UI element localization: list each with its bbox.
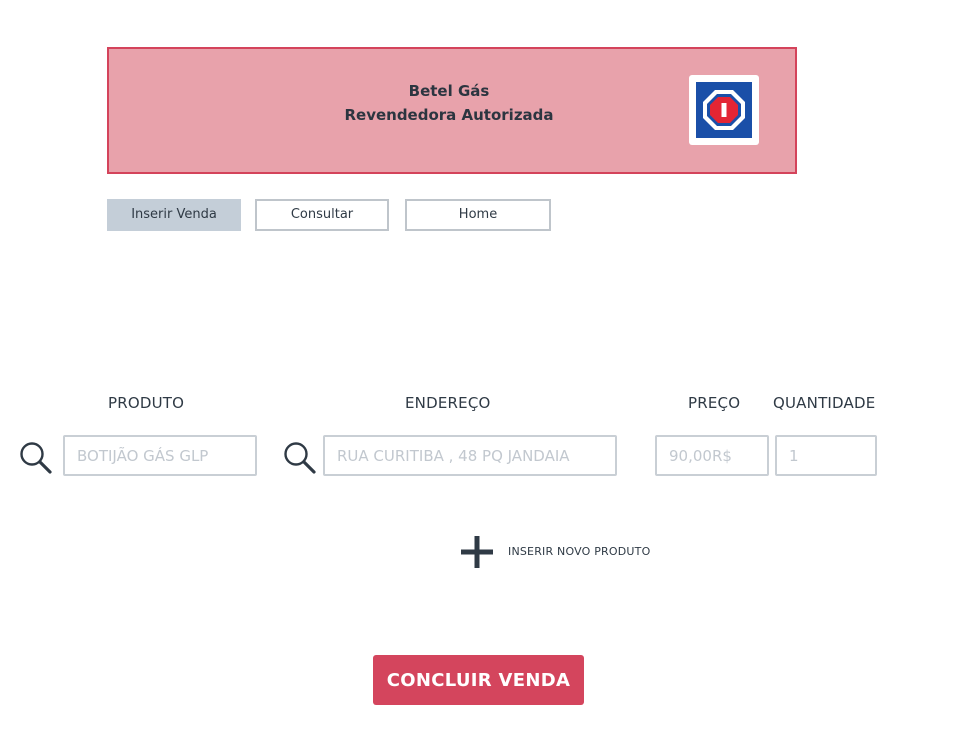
endereco-label: ENDEREÇO: [405, 394, 491, 412]
search-icon[interactable]: [283, 441, 317, 475]
quantidade-label: QUANTIDADE: [773, 394, 876, 412]
produto-input[interactable]: [63, 435, 257, 476]
plus-icon[interactable]: [460, 535, 494, 569]
produto-label: PRODUTO: [108, 394, 185, 412]
nav-home[interactable]: Home: [405, 199, 551, 231]
preco-label: PREÇO: [688, 394, 741, 412]
brand-logo: [689, 75, 759, 145]
header-banner: Betel Gás Revendedora Autorizada: [107, 47, 797, 174]
nav-consultar[interactable]: Consultar: [255, 199, 389, 231]
preco-input[interactable]: [655, 435, 769, 476]
concluir-venda-button[interactable]: CONCLUIR VENDA: [373, 655, 584, 705]
quantidade-input[interactable]: [775, 435, 877, 476]
gas-brand-logo-icon: [696, 82, 752, 138]
nav-inserir-venda[interactable]: Inserir Venda: [107, 199, 241, 231]
endereco-input[interactable]: [323, 435, 617, 476]
add-product-label[interactable]: INSERIR NOVO PRODUTO: [508, 545, 650, 558]
header-title: Betel Gás Revendedora Autorizada: [109, 79, 789, 127]
search-icon[interactable]: [19, 441, 53, 475]
company-name: Betel Gás: [408, 82, 490, 100]
company-subtitle: Revendedora Autorizada: [344, 106, 554, 124]
